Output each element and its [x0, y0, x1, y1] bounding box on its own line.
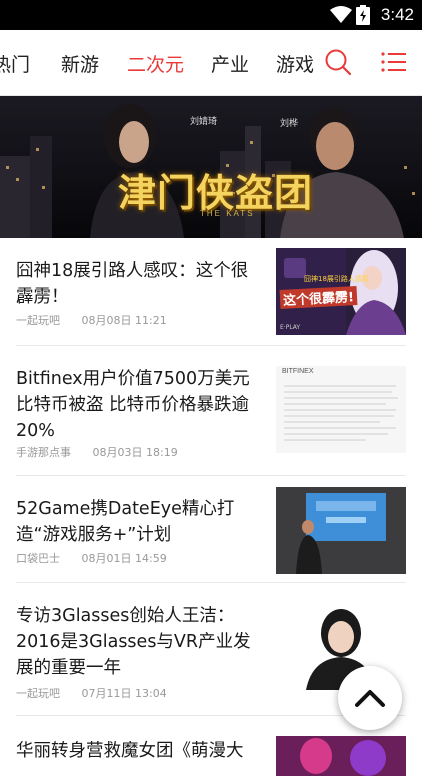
search-icon[interactable]: [324, 48, 352, 76]
thumbnail-image: [276, 366, 406, 453]
menu-icon[interactable]: [381, 51, 407, 73]
tab-industry[interactable]: 产业: [211, 50, 249, 77]
thumbnail-footer: E·PLAY: [280, 324, 301, 331]
article-source: 一起玩吧: [16, 314, 60, 327]
thumbnail-image: [276, 487, 406, 574]
article-meta: 一起玩吧 07月11日 13:04: [16, 685, 167, 701]
thumbnail-image: [276, 736, 406, 776]
status-bar: 3:42: [0, 0, 422, 30]
featured-banner[interactable]: 津门侠盗团 THE KATS 刘婧琦 刘桦: [0, 96, 422, 238]
thumbnail-caption-small: 囧神18展引路人感叹: [304, 275, 369, 283]
list-item[interactable]: Bitfinex用户价值7500万美元比特币被盗 比特币价格暴跌逾20% 手游那…: [16, 346, 406, 476]
article-thumbnail: 囧神18展引路人感叹 这个很霹雳! E·PLAY: [276, 248, 406, 335]
article-title: 52Game携DateEye精心打造“游戏服务+”计划: [16, 499, 235, 545]
article-meta: 口袋巴士 08月01日 14:59: [16, 550, 167, 566]
article-title: 专访3Glasses创始人王洁：2016是3Glasses与VR产业发展的重要一…: [16, 606, 251, 678]
thumbnail-caption: BITFINEX: [282, 368, 314, 375]
list-item[interactable]: 52Game携DateEye精心打造“游戏服务+”计划 口袋巴士 08月01日 …: [16, 476, 406, 583]
back-to-top-button[interactable]: [338, 666, 402, 730]
article-time: 08月03日 18:19: [92, 446, 178, 459]
article-source: 一起玩吧: [16, 687, 60, 700]
article-title: 囧神18展引路人感叹：这个很霹雳！: [16, 261, 249, 307]
tab-anime[interactable]: 二次元: [127, 50, 184, 77]
banner-name-left: 刘婧琦: [190, 117, 218, 127]
wifi-icon: [330, 6, 352, 23]
thumbnail-caption: 这个很霹雳!: [279, 285, 358, 310]
article-thumbnail: BITFINEX: [276, 366, 406, 453]
article-time: 08月01日 14:59: [81, 552, 167, 565]
banner-name-right: 刘桦: [280, 119, 299, 129]
status-time: 3:42: [380, 5, 414, 24]
article-meta: 一起玩吧 08月08日 11:21: [16, 312, 167, 328]
tab-games[interactable]: 游戏: [276, 50, 314, 77]
article-meta: 手游那点事 08月03日 18:19: [16, 444, 178, 460]
chevron-up-icon: [355, 690, 385, 707]
list-item[interactable]: 囧神18展引路人感叹：这个很霹雳！ 一起玩吧 08月08日 11:21 囧神18…: [16, 238, 406, 346]
tab-new-games[interactable]: 新游: [61, 50, 99, 77]
tab-hot[interactable]: 热门: [0, 50, 30, 77]
article-title: Bitfinex用户价值7500万美元比特币被盗 比特币价格暴跌逾20%: [16, 369, 250, 441]
category-tab-bar: 热门 新游 二次元 产业 游戏: [0, 30, 422, 96]
article-title: 华丽转身营救魔女团《萌漫大: [16, 741, 244, 761]
article-thumbnail: [276, 487, 406, 574]
article-thumbnail: [276, 736, 406, 776]
article-time: 07月11日 13:04: [81, 687, 167, 700]
category-tabs: 热门 新游 二次元 产业 游戏: [0, 30, 322, 96]
article-source: 口袋巴士: [16, 552, 60, 565]
battery-icon: [356, 5, 370, 25]
article-source: 手游那点事: [16, 446, 71, 459]
banner-subtitle: THE KATS: [200, 209, 255, 218]
article-time: 08月08日 11:21: [81, 314, 167, 327]
